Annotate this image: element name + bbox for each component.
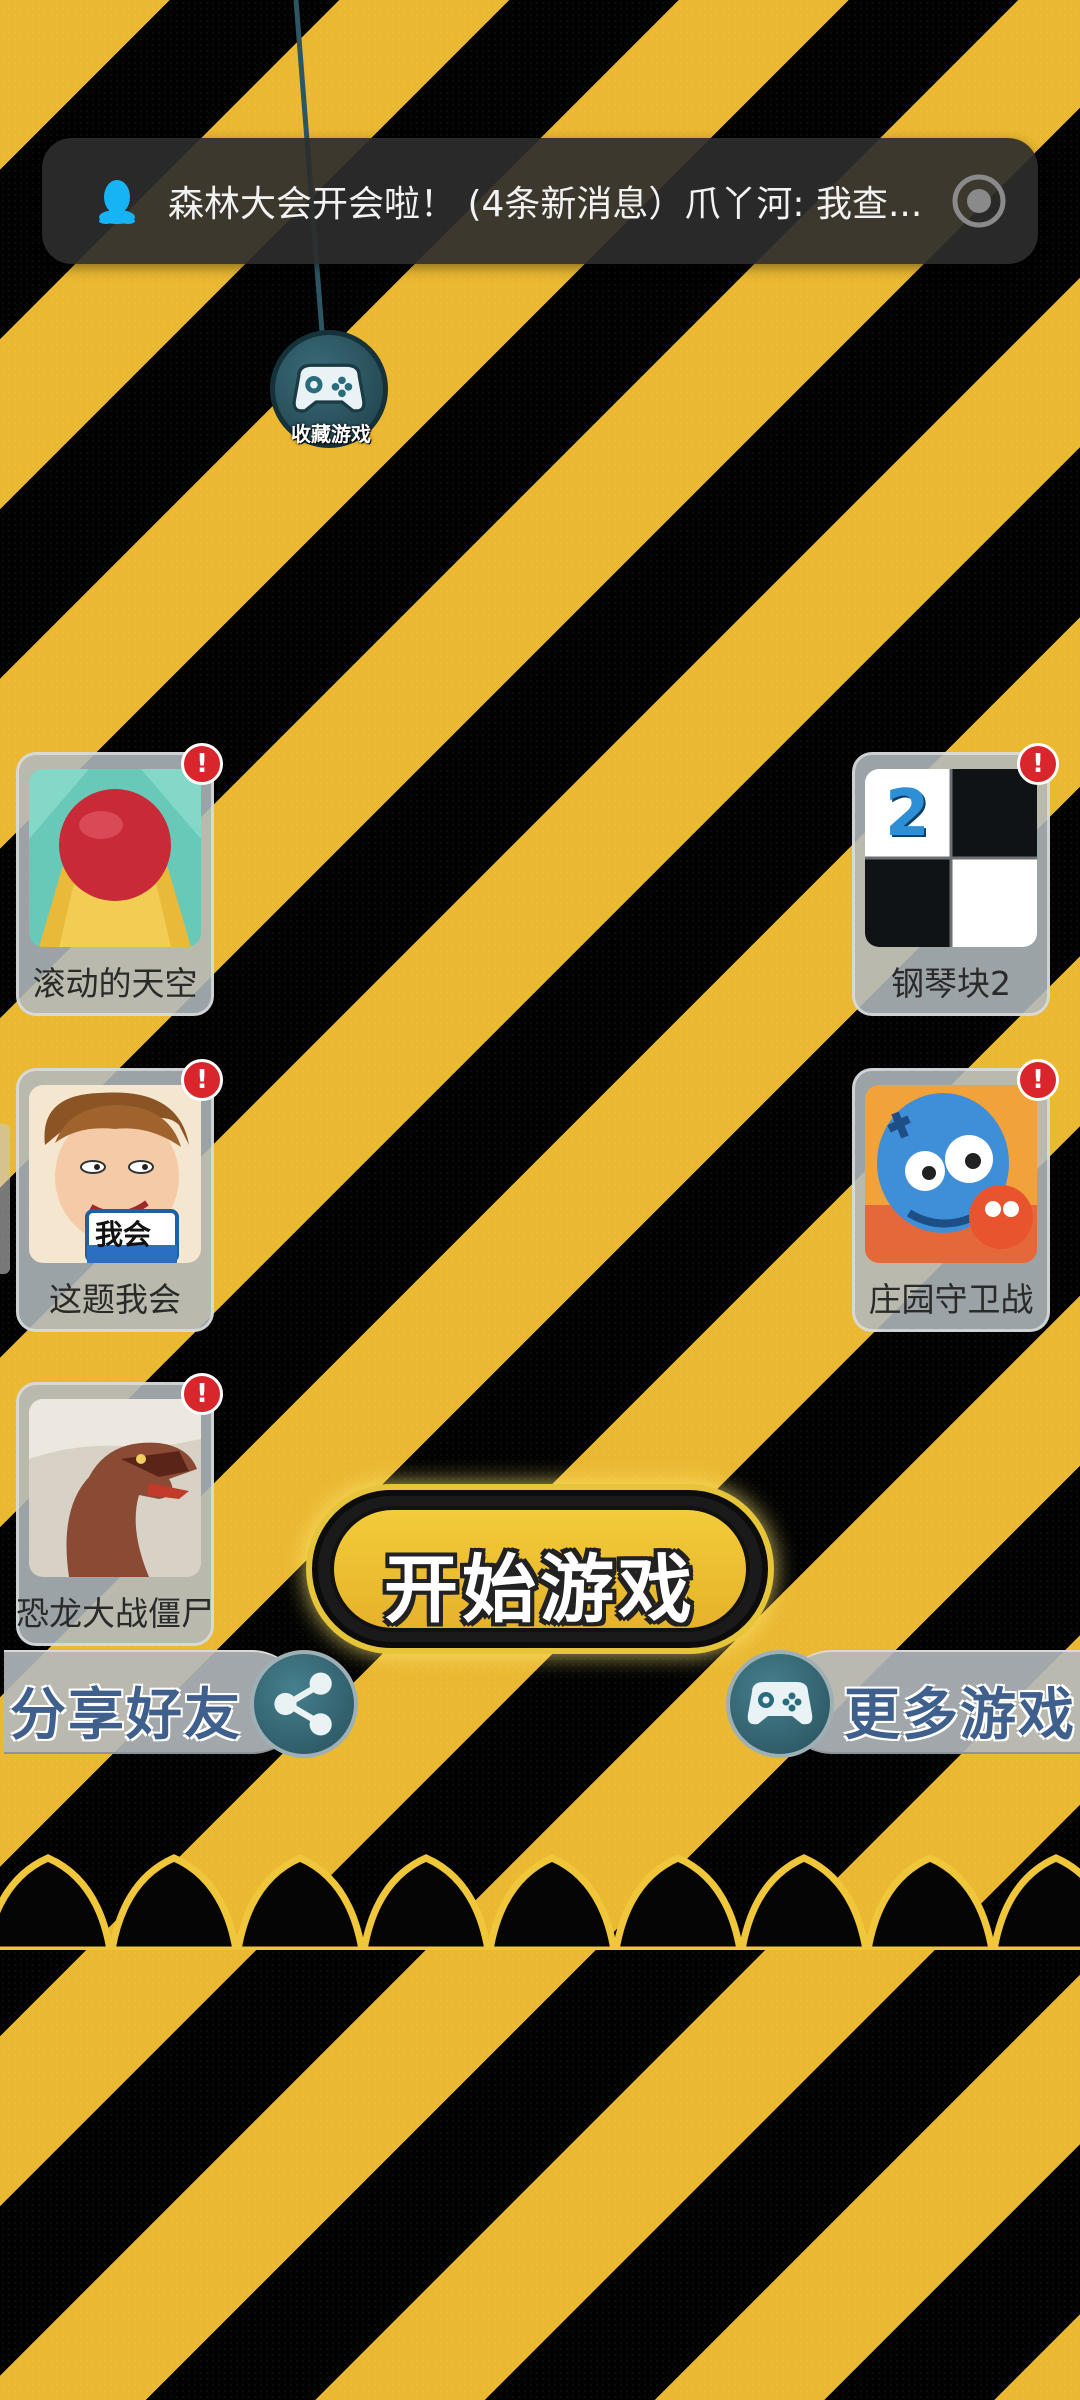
spike <box>0 1854 114 1950</box>
game-title: 钢琴块2 <box>891 964 1011 1003</box>
share-label: 分享好友 <box>10 1683 242 1748</box>
piano-tile-number: 2 <box>885 777 930 851</box>
more-games-label: 更多游戏 <box>844 1683 1076 1748</box>
game-tile-this-question[interactable]: 我会 这题我会 ! <box>16 1059 223 1332</box>
gamepad-glyph <box>747 1682 813 1725</box>
game-tile-rolling-sky[interactable]: 滚动的天空 ! <box>16 743 223 1016</box>
game-icon-dinosaur <box>29 1399 201 1577</box>
cartoon-sign-text: 我会 <box>95 1218 152 1251</box>
dinosaur-icon <box>29 1399 201 1577</box>
red-ball-icon <box>29 769 201 947</box>
spike <box>108 1854 240 1950</box>
notification-text: 森林大会开会啦！ (4条新消息）爪丫河: 我查... <box>168 184 923 225</box>
start-game-label: 开始游戏 <box>384 1547 696 1633</box>
record-toggle-icon[interactable] <box>944 166 1014 236</box>
alert-badge: ! <box>181 1373 223 1415</box>
alert-badge: ! <box>1017 1059 1059 1101</box>
zombie-icon <box>865 1085 1037 1263</box>
spike <box>486 1854 618 1950</box>
game-icon-piano-tiles: 2 <box>865 769 1037 947</box>
game-title: 庄园守卫战 <box>868 1280 1034 1319</box>
notification-banner[interactable]: 森林大会开会啦！ (4条新消息）爪丫河: 我查... <box>42 138 1038 264</box>
spike <box>360 1854 492 1950</box>
game-icon-rolling-sky <box>29 769 201 947</box>
game-tile-piano-tiles-2[interactable]: 2 钢琴块2 ! <box>852 743 1059 1016</box>
spike <box>990 1854 1080 1950</box>
game-tile-manor-defense[interactable]: 庄园守卫战 ! <box>852 1059 1059 1332</box>
favorite-games-label: 收藏游戏 <box>291 422 371 446</box>
spike-row <box>0 1854 1080 1950</box>
alert-badge: ! <box>181 743 223 785</box>
start-game-button[interactable]: 开始游戏 <box>306 1484 774 1654</box>
game-title: 这题我会 <box>49 1280 181 1319</box>
spike <box>864 1854 996 1950</box>
alert-badge: ! <box>181 1059 223 1101</box>
game-title: 恐龙大战僵尸 <box>16 1594 214 1633</box>
game-menu-background: 森林大会开会啦！ (4条新消息）爪丫河: 我查... 收藏游戏 滚动的天空 ! … <box>0 0 1080 2400</box>
spike <box>738 1854 870 1950</box>
game-title: 滚动的天空 <box>32 964 198 1003</box>
share-icon[interactable] <box>250 1650 358 1758</box>
spike <box>234 1854 366 1950</box>
share-glyph <box>274 1672 332 1736</box>
game-icon-zombie <box>865 1085 1037 1263</box>
edge-handle[interactable] <box>0 1124 10 1274</box>
alert-badge: ! <box>1017 743 1059 785</box>
gamepad-icon[interactable] <box>726 1650 834 1758</box>
game-tile-dino-vs-zombies[interactable]: 恐龙大战僵尸 ! <box>16 1373 223 1646</box>
game-icon-cartoon-face: 我会 <box>29 1085 201 1263</box>
qq-penguin-icon <box>99 180 135 224</box>
spike <box>612 1854 744 1950</box>
